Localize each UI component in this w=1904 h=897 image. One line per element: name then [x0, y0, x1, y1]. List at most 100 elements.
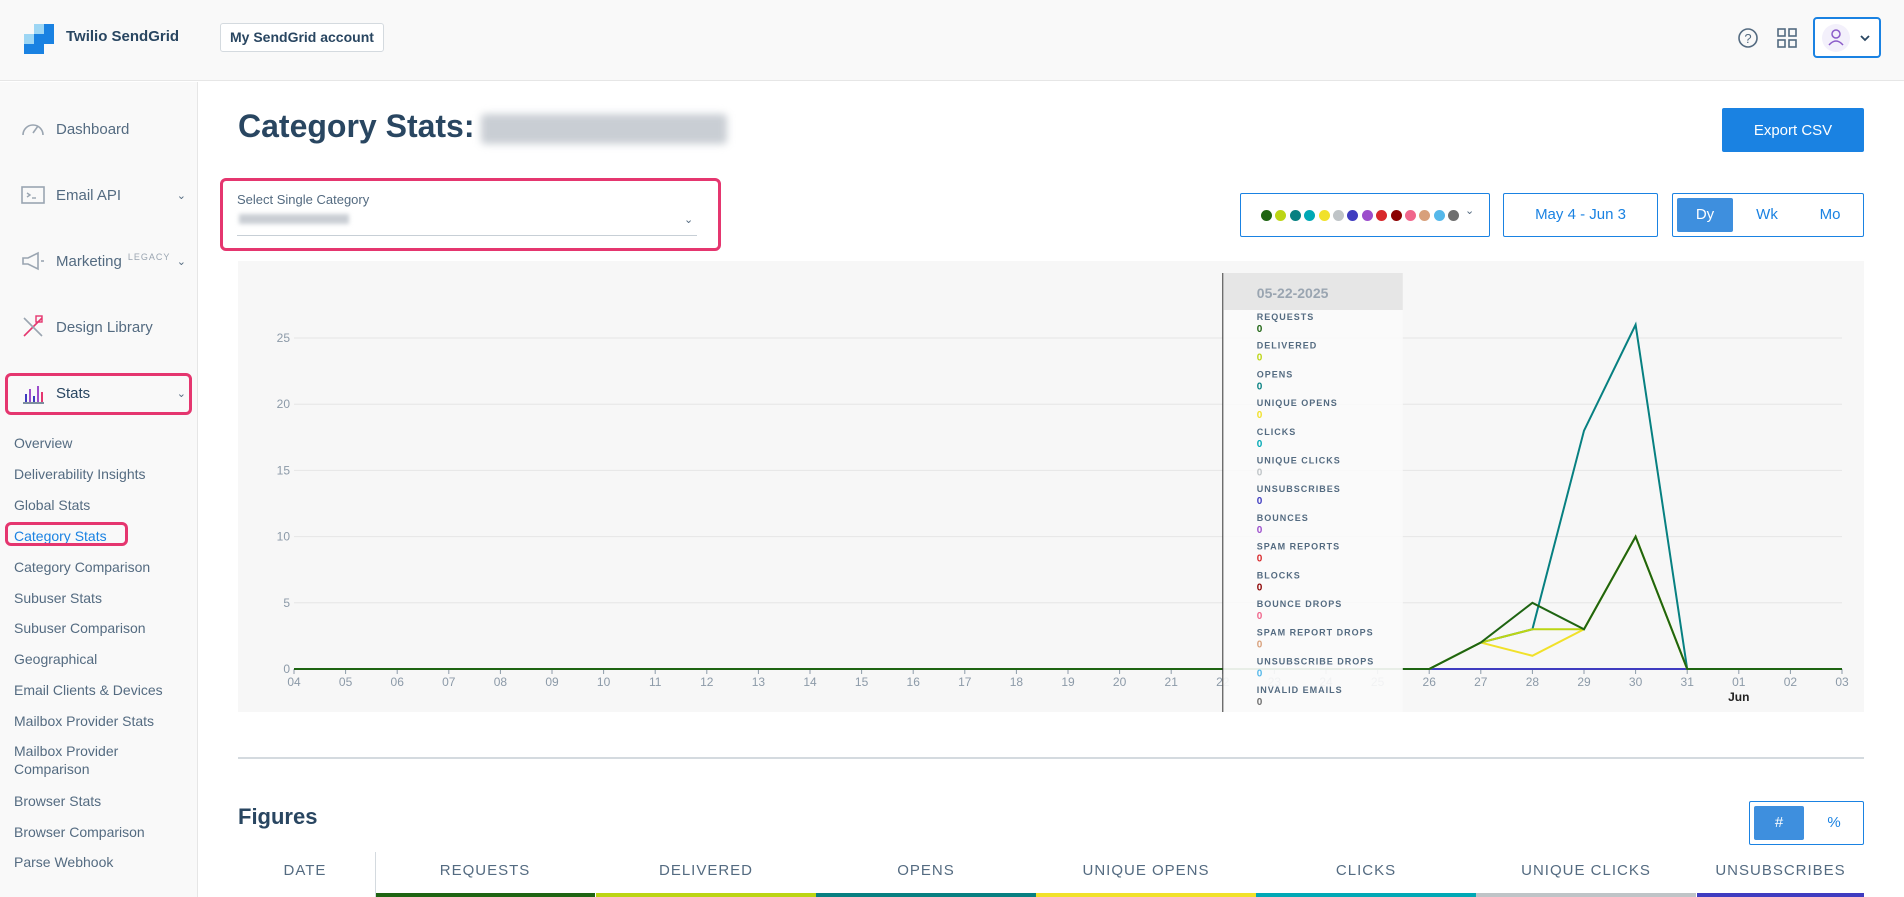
tooltip-metric-value: 0 [1257, 439, 1263, 450]
x-tick-label: 30 [1629, 675, 1643, 689]
stats-sub-email-clients-devices[interactable]: Email Clients & Devices [14, 681, 163, 699]
stats-sub-category-stats[interactable]: Category Stats [14, 527, 107, 545]
x-tick-label: 14 [803, 675, 817, 689]
period-day-button[interactable]: Dy [1677, 198, 1733, 232]
stats-sub-mailbox-provider-comparison[interactable]: Mailbox Provider Comparison [14, 742, 118, 778]
tooltip-metric-label: OPENS [1257, 369, 1294, 379]
table-header-color-bar [1697, 893, 1864, 897]
tooltip-metric-label: UNSUBSCRIBE DROPS [1257, 656, 1375, 666]
stats-sub-geographical[interactable]: Geographical [14, 650, 97, 668]
tooltip-metric-value: 0 [1257, 582, 1263, 593]
tooltip-metric-label: BOUNCE DROPS [1257, 599, 1343, 609]
tooltip-metric-label: CLICKS [1257, 427, 1297, 437]
tooltip-metric-label: SPAM REPORT DROPS [1257, 628, 1374, 638]
stats-sub-deliverability-insights[interactable]: Deliverability Insights [14, 465, 146, 483]
chevron-down-icon [1860, 35, 1870, 42]
x-tick-label: 07 [442, 675, 456, 689]
tooltip-metric-label: SPAM REPORTS [1257, 542, 1340, 552]
y-tick-label: 5 [283, 596, 290, 610]
table-header-date: DATE [283, 862, 327, 879]
format-number-button[interactable]: # [1754, 806, 1804, 840]
x-tick-label: 06 [391, 675, 405, 689]
figures-title: Figures [238, 804, 318, 829]
x-tick-label: 04 [287, 675, 301, 689]
table-header-unique-clicks[interactable]: UNIQUE CLICKS [1476, 862, 1696, 879]
stats-sub-overview[interactable]: Overview [14, 434, 72, 452]
chart-area: 0 5 10 15 20 25 04 05 06 07 08 09 10 11 12 13 14 15 16 17 18… [238, 261, 1864, 716]
y-tick-label: 20 [277, 397, 291, 411]
period-week-button[interactable]: Wk [1737, 198, 1797, 232]
account-switcher-button[interactable]: My SendGrid account [220, 23, 384, 52]
table-header-color-bar [375, 893, 595, 897]
x-tick-label: 10 [597, 675, 611, 689]
table-column-divider [375, 852, 376, 897]
tooltip-metric-value: 0 [1257, 697, 1263, 708]
stats-sub-subuser-comparison[interactable]: Subuser Comparison [14, 619, 146, 637]
sidebar-item-label: Stats [56, 384, 91, 402]
user-menu-button[interactable] [1813, 17, 1881, 58]
code-window-icon [21, 186, 45, 204]
tooltip-metric-value: 0 [1257, 668, 1263, 679]
metric-color-dot [1261, 210, 1272, 221]
stats-sub-category-comparison[interactable]: Category Comparison [14, 558, 150, 576]
x-tick-label: 15 [855, 675, 869, 689]
metric-color-dot [1289, 210, 1301, 221]
x-tick-label: 20 [1113, 675, 1127, 689]
metric-color-picker[interactable]: ⌄ [1240, 193, 1490, 237]
stats-sub-browser-comparison[interactable]: Browser Comparison [14, 823, 145, 841]
x-tick-label: 05 [339, 675, 353, 689]
chevron-down-icon: ⌄ [176, 255, 186, 268]
stats-sub-browser-stats[interactable]: Browser Stats [14, 792, 101, 810]
table-header-requests[interactable]: REQUESTS [375, 862, 595, 879]
redacted-category-value [239, 214, 349, 224]
stats-sub-mailbox-provider-stats[interactable]: Mailbox Provider Stats [14, 712, 154, 730]
x-tick-label: 13 [752, 675, 766, 689]
tooltip-metric-value: 0 [1257, 410, 1263, 421]
chevron-down-icon: ⌄ [684, 214, 694, 226]
metric-color-dot [1405, 210, 1416, 221]
stats-line-chart[interactable]: 051015202504 05 06 07 08 09 10 11 12 13 14 15 16 17 18… [238, 261, 1864, 716]
metric-color-dot [1361, 210, 1373, 221]
tooltip-metric-value: 0 [1257, 496, 1263, 507]
x-tick-label: 18 [1010, 675, 1024, 689]
tooltip-metric-value: 0 [1257, 468, 1263, 479]
page-title: Category Stats: [238, 108, 727, 145]
help-icon[interactable]: ? [1734, 24, 1762, 52]
avatar-icon [1822, 24, 1850, 52]
sidebar-item-marketing[interactable]: Marketing LEGACY ⌄ [0, 239, 198, 283]
period-month-button[interactable]: Mo [1801, 198, 1859, 232]
metric-color-dot [1347, 210, 1359, 221]
stats-sub-global-stats[interactable]: Global Stats [14, 496, 90, 514]
sidebar-item-stats[interactable]: Stats ⌄ [0, 371, 198, 415]
table-header-color-bar [1476, 893, 1696, 897]
x-tick-label: 09 [545, 675, 559, 689]
metric-color-dot [1390, 210, 1402, 221]
sidebar-item-dashboard[interactable]: Dashboard [0, 107, 198, 151]
legacy-badge: LEGACY [127, 252, 171, 262]
category-select[interactable]: Select Single Category ⌄ [227, 183, 705, 243]
date-range-picker[interactable]: May 4 - Jun 3 [1503, 193, 1658, 237]
apps-grid-icon[interactable] [1773, 24, 1801, 52]
stats-sub-parse-webhook[interactable]: Parse Webhook [14, 853, 113, 871]
table-header-delivered[interactable]: DELIVERED [596, 862, 816, 879]
format-percent-button[interactable]: % [1808, 806, 1860, 840]
sidebar-item-design-library[interactable]: Design Library [0, 305, 198, 349]
metric-color-dot [1304, 210, 1316, 221]
category-select-underline [237, 235, 697, 236]
metric-color-dot [1376, 210, 1388, 221]
x-tick-label: 12 [700, 675, 714, 689]
stats-sub-subuser-stats[interactable]: Subuser Stats [14, 589, 102, 607]
y-tick-label: 10 [277, 530, 291, 544]
sidebar-item-email-api[interactable]: Email API ⌄ [0, 173, 198, 217]
metric-color-dot [1433, 210, 1445, 221]
metric-color-dot [1419, 210, 1431, 221]
metric-color-dot [1318, 210, 1330, 221]
table-header-opens[interactable]: OPENS [816, 862, 1036, 879]
table-header-unique-opens[interactable]: UNIQUE OPENS [1036, 862, 1256, 879]
x-tick-label: 08 [494, 675, 508, 689]
x-tick-label: 17 [958, 675, 972, 689]
x-tick-label: 28 [1526, 675, 1540, 689]
table-header-unsubscribes[interactable]: UNSUBSCRIBES [1697, 862, 1864, 879]
table-header-clicks[interactable]: CLICKS [1256, 862, 1476, 879]
export-csv-button[interactable]: Export CSV [1722, 108, 1864, 152]
